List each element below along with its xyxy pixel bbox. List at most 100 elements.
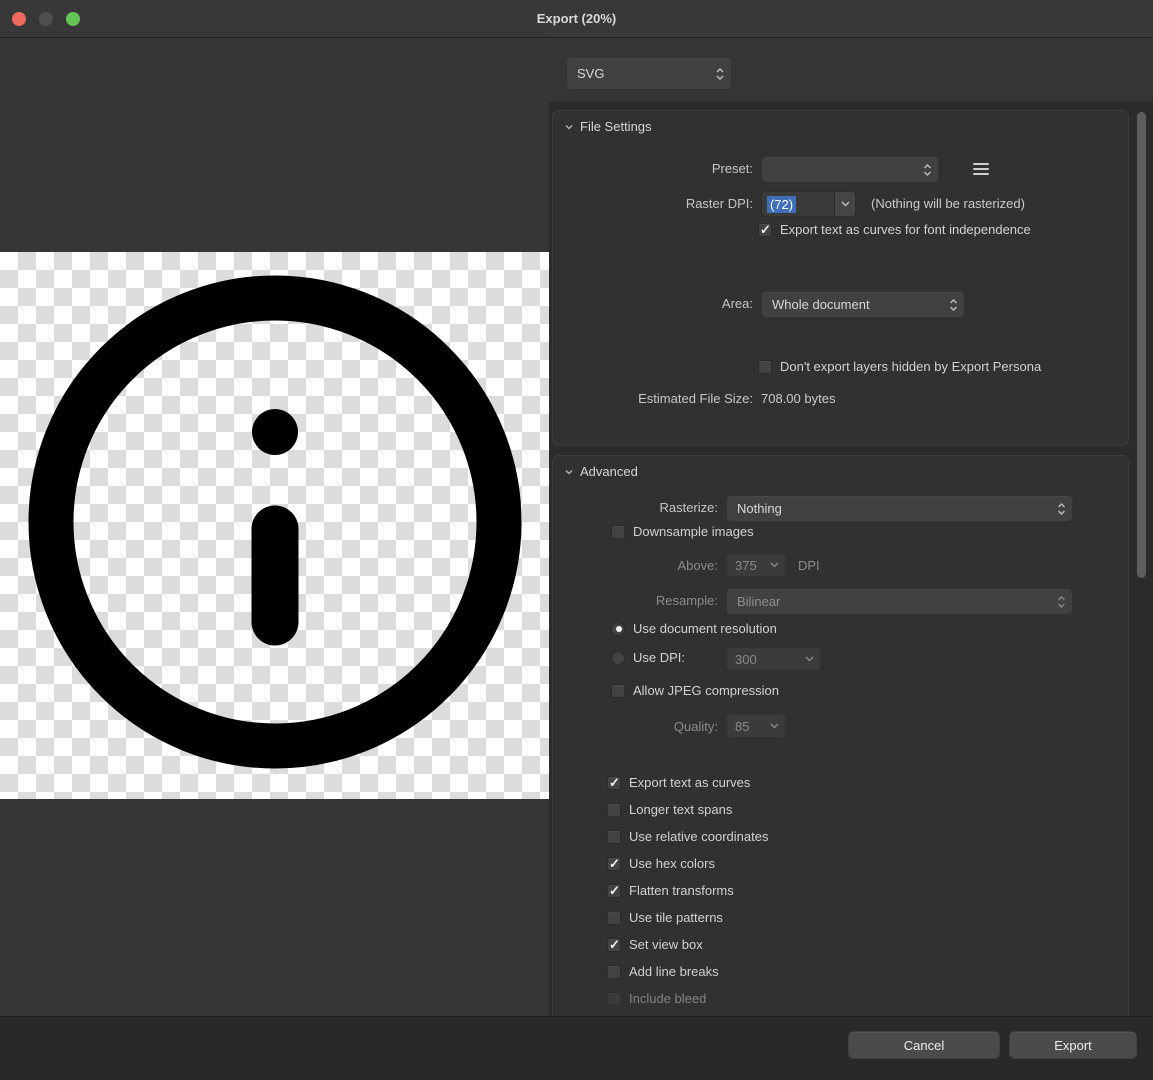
jpeg-compression-checkbox[interactable] bbox=[611, 684, 625, 698]
downsample-checkbox[interactable] bbox=[611, 525, 625, 539]
option-checkbox-row[interactable]: Use relative coordinates bbox=[607, 823, 768, 850]
info-circle-icon bbox=[0, 252, 549, 799]
dont-export-hidden-label: Don't export layers hidden by Export Per… bbox=[780, 359, 1041, 374]
above-label: Above: bbox=[553, 558, 718, 573]
stepper-icon bbox=[715, 66, 725, 82]
downsample-label: Downsample images bbox=[633, 524, 754, 539]
option-checkbox[interactable] bbox=[607, 830, 621, 844]
format-dropdown-value: SVG bbox=[577, 66, 709, 81]
option-checkbox-row[interactable]: Use tile patterns bbox=[607, 904, 768, 931]
raster-dpi-arrow-button[interactable] bbox=[834, 192, 855, 216]
option-checkbox[interactable] bbox=[607, 965, 621, 979]
format-strip: SVG bbox=[549, 38, 1153, 103]
option-checkbox-row[interactable]: Use hex colors bbox=[607, 850, 768, 877]
use-document-resolution-radio[interactable] bbox=[611, 622, 625, 636]
file-settings-title: File Settings bbox=[580, 119, 652, 134]
quality-label: Quality: bbox=[553, 719, 718, 734]
chevron-down-icon bbox=[770, 723, 779, 729]
option-checkbox-row[interactable]: Add line breaks bbox=[607, 958, 768, 985]
preset-dropdown[interactable] bbox=[761, 156, 939, 183]
option-checkbox[interactable] bbox=[607, 938, 621, 952]
preset-label: Preset: bbox=[553, 161, 753, 176]
transparency-checkerboard bbox=[0, 252, 549, 799]
option-checkbox-row[interactable]: Export text as curves bbox=[607, 769, 768, 796]
resample-dropdown[interactable]: Bilinear bbox=[726, 588, 1073, 615]
export-text-curves-row[interactable]: Export text as curves for font independe… bbox=[758, 222, 1031, 237]
dont-export-hidden-checkbox[interactable] bbox=[758, 360, 772, 374]
option-checkbox[interactable] bbox=[607, 857, 621, 871]
area-label: Area: bbox=[553, 296, 753, 311]
chevron-down-icon bbox=[564, 467, 574, 477]
stepper-icon bbox=[923, 163, 932, 177]
format-dropdown[interactable]: SVG bbox=[566, 57, 732, 90]
option-checkbox-label: Export text as curves bbox=[629, 775, 750, 790]
option-checkbox-row[interactable]: Set view box bbox=[607, 931, 768, 958]
close-window-button[interactable] bbox=[12, 12, 26, 26]
rasterize-label: Rasterize: bbox=[553, 500, 718, 515]
jpeg-compression-row[interactable]: Allow JPEG compression bbox=[611, 683, 779, 698]
option-checkbox[interactable] bbox=[607, 884, 621, 898]
use-dpi-combo[interactable]: 300 bbox=[726, 647, 821, 671]
file-settings-section: File Settings Preset: Raster DPI: (72) (… bbox=[552, 110, 1129, 446]
minimize-window-button[interactable] bbox=[39, 12, 53, 26]
use-dpi-value: 300 bbox=[735, 652, 805, 667]
advanced-title: Advanced bbox=[580, 464, 638, 479]
window-title: Export (20%) bbox=[537, 11, 616, 26]
resample-label: Resample: bbox=[553, 593, 718, 608]
chevron-down-icon bbox=[770, 562, 779, 568]
use-document-resolution-row[interactable]: Use document resolution bbox=[611, 621, 777, 636]
option-checkbox-label: Use hex colors bbox=[629, 856, 715, 871]
cancel-button[interactable]: Cancel bbox=[848, 1031, 1000, 1059]
svg-options-checklist: Export text as curves Longer text spans Us… bbox=[607, 769, 768, 1012]
dont-export-hidden-row[interactable]: Don't export layers hidden by Export Per… bbox=[758, 359, 1041, 374]
stepper-icon bbox=[1057, 595, 1066, 609]
raster-dpi-value: (72) bbox=[767, 196, 796, 213]
option-checkbox[interactable] bbox=[607, 803, 621, 817]
raster-dpi-label: Raster DPI: bbox=[553, 196, 753, 211]
jpeg-compression-label: Allow JPEG compression bbox=[633, 683, 779, 698]
option-checkbox-label: Flatten transforms bbox=[629, 883, 734, 898]
stepper-icon bbox=[1057, 502, 1066, 516]
quality-combo[interactable]: 85 bbox=[726, 714, 786, 738]
use-dpi-radio[interactable] bbox=[611, 651, 625, 665]
option-checkbox-label: Use tile patterns bbox=[629, 910, 723, 925]
dialog-footer: Cancel Export bbox=[0, 1016, 1153, 1080]
raster-dpi-field[interactable]: (72) bbox=[762, 192, 834, 216]
advanced-header[interactable]: Advanced bbox=[564, 464, 638, 479]
chevron-down-icon bbox=[564, 122, 574, 132]
chevron-down-icon bbox=[805, 656, 814, 662]
export-settings-panel: SVG File Settings Preset: Raster DPI: (7… bbox=[549, 38, 1153, 1016]
panel-scrollbar-thumb[interactable] bbox=[1137, 112, 1146, 578]
resample-dropdown-value: Bilinear bbox=[737, 594, 1051, 609]
rasterize-dropdown[interactable]: Nothing bbox=[726, 495, 1073, 522]
above-dpi-value: 375 bbox=[735, 558, 770, 573]
use-document-resolution-label: Use document resolution bbox=[633, 621, 777, 636]
traffic-lights bbox=[12, 12, 80, 26]
raster-dpi-combo[interactable]: (72) bbox=[761, 191, 856, 217]
file-settings-header[interactable]: File Settings bbox=[564, 119, 652, 134]
use-dpi-label: Use DPI: bbox=[633, 650, 685, 665]
option-checkbox-label: Longer text spans bbox=[629, 802, 732, 817]
title-bar: Export (20%) bbox=[0, 0, 1153, 38]
option-checkbox-row[interactable]: Flatten transforms bbox=[607, 877, 768, 904]
option-checkbox-row[interactable]: Longer text spans bbox=[607, 796, 768, 823]
option-checkbox[interactable] bbox=[607, 776, 621, 790]
export-button[interactable]: Export bbox=[1009, 1031, 1137, 1059]
option-checkbox-row[interactable]: Include bleed bbox=[607, 985, 768, 1012]
above-dpi-combo[interactable]: 375 bbox=[726, 553, 786, 577]
stepper-icon bbox=[949, 298, 958, 312]
export-text-curves-checkbox[interactable] bbox=[758, 223, 772, 237]
area-dropdown[interactable]: Whole document bbox=[761, 291, 965, 318]
area-dropdown-value: Whole document bbox=[772, 297, 943, 312]
export-preview-pane[interactable] bbox=[0, 38, 549, 1016]
option-checkbox-label: Set view box bbox=[629, 937, 703, 952]
raster-dpi-note: (Nothing will be rasterized) bbox=[871, 196, 1025, 211]
option-checkbox-label: Include bleed bbox=[629, 991, 706, 1006]
use-dpi-row[interactable]: Use DPI: bbox=[611, 650, 685, 665]
advanced-section: Advanced Rasterize: Nothing Downsample i… bbox=[552, 455, 1129, 1016]
downsample-row[interactable]: Downsample images bbox=[611, 524, 754, 539]
option-checkbox[interactable] bbox=[607, 911, 621, 925]
zoom-window-button[interactable] bbox=[66, 12, 80, 26]
rasterize-dropdown-value: Nothing bbox=[737, 501, 1051, 516]
preset-menu-button[interactable] bbox=[973, 163, 989, 175]
